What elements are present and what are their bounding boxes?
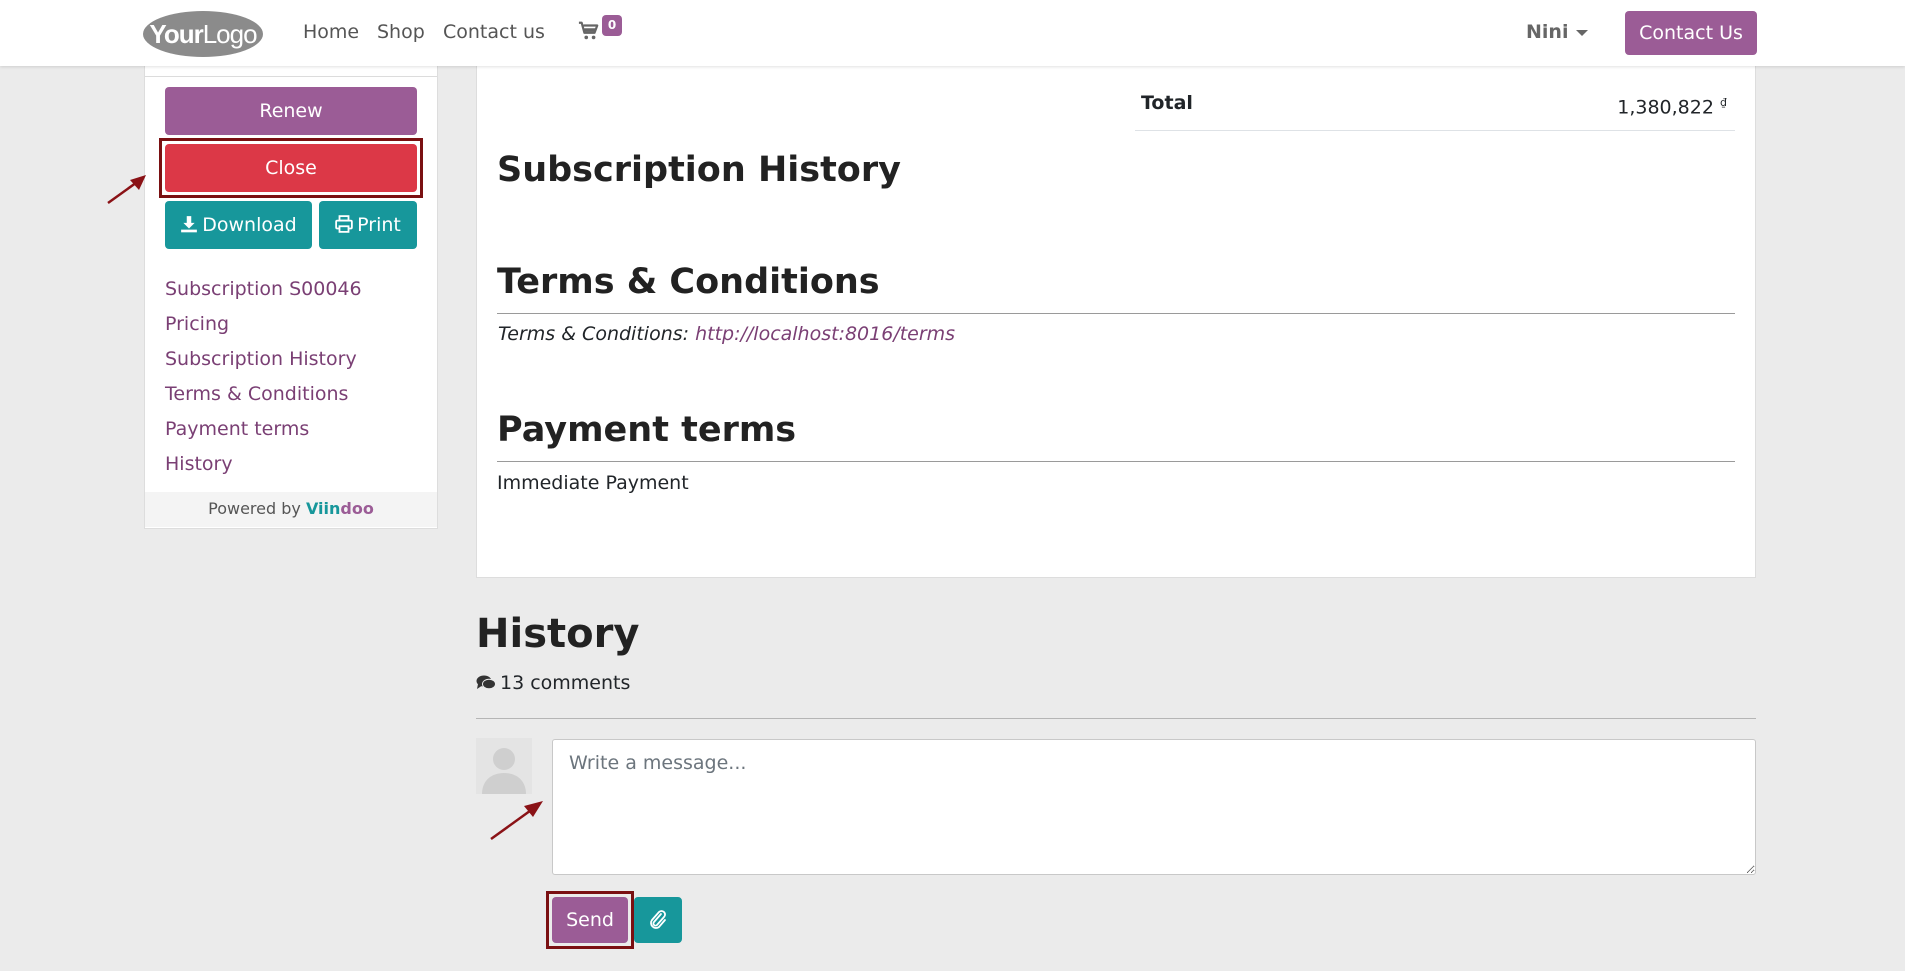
paperclip-icon bbox=[650, 910, 666, 929]
print-button[interactable]: Print bbox=[319, 201, 417, 249]
download-icon bbox=[181, 216, 198, 233]
top-navbar: YourLogo Home Shop Contact us 0 Nini Con… bbox=[0, 0, 1905, 66]
terms-text: Terms & Conditions: http://localhost:801… bbox=[498, 322, 955, 346]
currency-symbol: ₫ bbox=[1720, 96, 1727, 109]
user-menu-dropdown[interactable]: Nini bbox=[1526, 20, 1589, 44]
total-label: Total bbox=[1141, 92, 1193, 114]
print-icon bbox=[335, 215, 353, 233]
user-name: Nini bbox=[1526, 21, 1569, 43]
sidebar-link-subscription-history[interactable]: Subscription History bbox=[165, 347, 357, 371]
powered-by-footer: Powered by Viindoo bbox=[145, 492, 437, 527]
download-button[interactable]: Download bbox=[165, 201, 312, 249]
comments-icon bbox=[476, 675, 496, 690]
nav-shop[interactable]: Shop bbox=[377, 20, 425, 44]
portal-sidebar: Renew Close Download Print Subscription … bbox=[144, 66, 438, 529]
avatar bbox=[476, 738, 532, 794]
cart-count-badge: 0 bbox=[602, 15, 622, 36]
terms-url-link[interactable]: http://localhost:8016/terms bbox=[695, 323, 955, 345]
sidebar-link-history[interactable]: History bbox=[165, 452, 233, 476]
logo-bold: Your bbox=[149, 19, 203, 49]
comments-count: 13 comments bbox=[476, 671, 630, 695]
viindoo-brand-a: Viin bbox=[305, 499, 341, 518]
nav-contact-us[interactable]: Contact us bbox=[443, 20, 545, 44]
total-row: Total 1,380,822 ₫ bbox=[1135, 90, 1735, 131]
nav-home[interactable]: Home bbox=[303, 20, 359, 44]
annotation-arrow-icon bbox=[490, 801, 543, 841]
attach-file-button[interactable] bbox=[634, 897, 682, 943]
sidebar-divider bbox=[145, 76, 437, 77]
download-label: Download bbox=[202, 214, 297, 236]
renew-button[interactable]: Renew bbox=[165, 87, 417, 135]
close-button[interactable]: Close bbox=[165, 144, 417, 192]
logo-light: Logo bbox=[202, 19, 258, 49]
total-amount: 1,380,822 bbox=[1617, 96, 1714, 119]
payment-terms-title: Payment terms bbox=[497, 410, 797, 450]
sidebar-link-subscription[interactable]: Subscription S00046 bbox=[165, 277, 362, 301]
sidebar-link-payment-terms[interactable]: Payment terms bbox=[165, 417, 309, 441]
message-input[interactable] bbox=[552, 739, 1756, 875]
powered-by-text: Powered by bbox=[208, 499, 301, 518]
history-title: History bbox=[476, 611, 640, 657]
site-logo[interactable]: YourLogo bbox=[143, 11, 263, 57]
terms-prefix: Terms & Conditions: bbox=[498, 323, 690, 345]
terms-title: Terms & Conditions bbox=[497, 262, 880, 302]
annotation-arrow-icon bbox=[107, 175, 146, 205]
sidebar-link-pricing[interactable]: Pricing bbox=[165, 312, 229, 336]
history-divider bbox=[476, 718, 1756, 719]
payment-terms-value: Immediate Payment bbox=[497, 472, 689, 494]
avatar-icon bbox=[476, 738, 532, 794]
viindoo-brand-b: doo bbox=[340, 499, 374, 518]
viindoo-link[interactable]: Viindoo bbox=[306, 499, 374, 518]
sidebar-link-terms[interactable]: Terms & Conditions bbox=[165, 382, 348, 406]
caret-down-icon bbox=[1576, 29, 1589, 36]
subscription-card: Total 1,380,822 ₫ Subscription History T… bbox=[476, 66, 1756, 578]
subscription-history-title: Subscription History bbox=[497, 150, 901, 190]
send-button[interactable]: Send bbox=[552, 897, 628, 943]
cart-icon bbox=[578, 21, 599, 40]
print-label: Print bbox=[357, 214, 401, 236]
terms-divider bbox=[497, 313, 1735, 314]
total-value: 1,380,822 ₫ bbox=[1617, 90, 1727, 120]
contact-us-button[interactable]: Contact Us bbox=[1625, 11, 1757, 55]
comments-label: 13 comments bbox=[500, 672, 631, 694]
payment-divider bbox=[497, 461, 1735, 462]
